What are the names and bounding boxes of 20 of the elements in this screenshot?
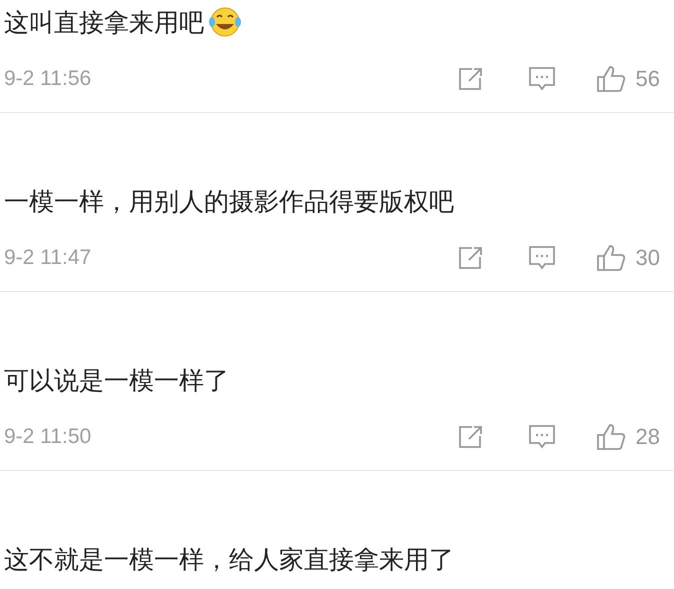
thumbs-up-icon[interactable] [596,423,626,451]
comment-text: 这不就是一模一样，给人家直接拿来用了 [4,544,454,576]
like-count: 56 [636,66,660,92]
share-icon[interactable] [458,67,484,91]
comment-text: 这叫直接拿来用吧 [4,6,204,38]
like-count: 28 [636,424,660,450]
comment-icon[interactable] [528,66,556,92]
thumbs-up-icon[interactable] [596,244,626,272]
thumbs-up-icon[interactable] [596,65,626,93]
share-icon[interactable] [458,425,484,449]
comment-text: 可以说是一模一样了 [4,364,229,396]
like-count: 30 [636,245,660,271]
comment-time: 9-2 11:56 [4,67,92,91]
comment-time: 9-2 11:47 [4,246,92,270]
laughing-emoji-icon [208,7,242,37]
comment-icon[interactable] [528,245,556,271]
comment-time: 9-2 11:50 [4,425,92,449]
share-icon[interactable] [458,246,484,270]
comment-text: 一模一样，用别人的摄影作品得要版权吧 [4,186,454,218]
comment-icon[interactable] [528,424,556,450]
